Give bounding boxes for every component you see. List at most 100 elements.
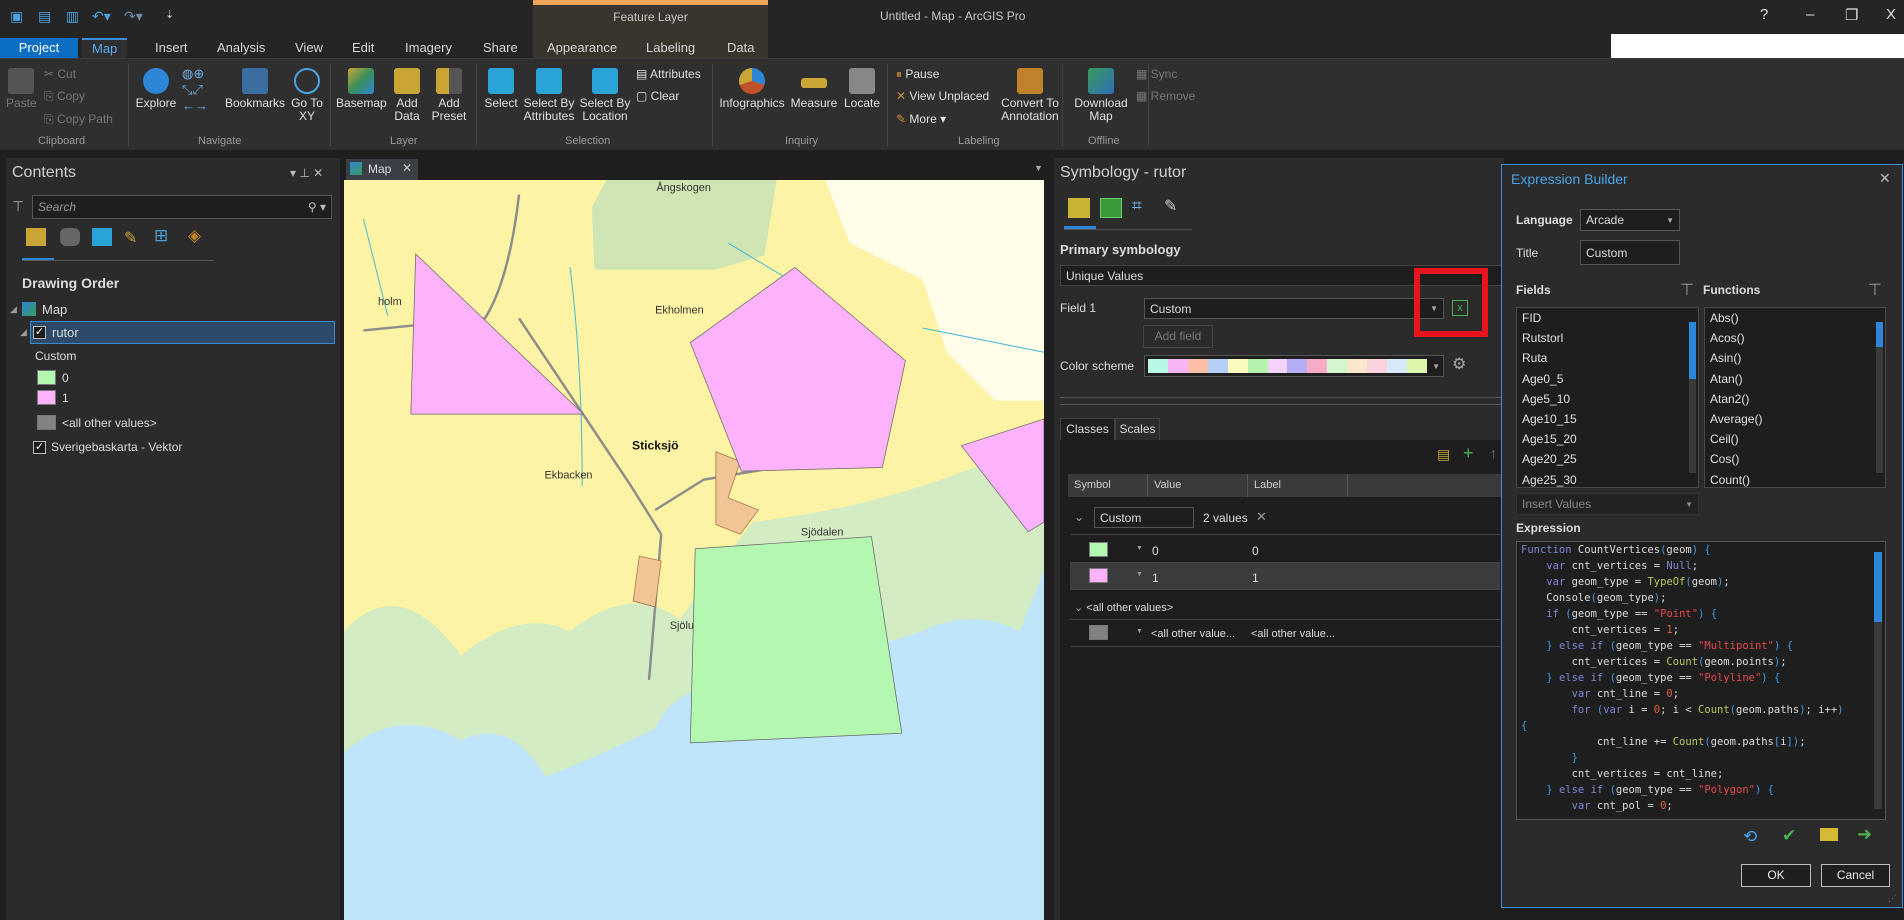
column-label[interactable]: Label bbox=[1248, 474, 1348, 497]
class-symbol-other[interactable] bbox=[1089, 625, 1108, 640]
help-button[interactable]: ? bbox=[1760, 6, 1768, 23]
copy-path-button[interactable]: ⎘ Copy Path bbox=[44, 112, 113, 127]
column-value[interactable]: Value bbox=[1148, 474, 1248, 497]
rutor-visibility-checkbox[interactable]: ✓ bbox=[33, 326, 46, 339]
code-line[interactable]: } bbox=[1517, 750, 1885, 766]
measure-button[interactable]: Measure bbox=[790, 68, 838, 110]
basemap-visibility-checkbox[interactable]: ✓ bbox=[33, 441, 46, 454]
add-data-button[interactable]: Add Data bbox=[388, 68, 426, 123]
advanced-symbology-tab-icon[interactable]: ✎ bbox=[1164, 196, 1177, 216]
code-line[interactable]: Function CountVertices(geom) { bbox=[1517, 542, 1885, 558]
cancel-button[interactable]: Cancel bbox=[1821, 864, 1890, 887]
explore-button[interactable]: Explore bbox=[134, 68, 178, 110]
field-item[interactable]: Age15_20 bbox=[1517, 429, 1698, 449]
tab-share[interactable]: Share bbox=[473, 38, 528, 58]
attributes-button[interactable]: ▤ Attributes bbox=[636, 67, 701, 81]
map-canvas[interactable]: Ångskogen holm Ekholmen Sticksjö Ekbacke… bbox=[344, 180, 1044, 920]
bookmarks-button[interactable]: Bookmarks bbox=[224, 68, 286, 110]
close-button[interactable]: X bbox=[1886, 6, 1896, 23]
class-value[interactable]: 0 bbox=[1152, 544, 1159, 558]
select-button[interactable]: Select bbox=[482, 68, 520, 110]
clear-expression-icon[interactable]: ⟲ bbox=[1743, 827, 1757, 847]
list-by-selection-icon[interactable] bbox=[92, 228, 112, 246]
insert-values-dropdown[interactable]: Insert Values ▼ bbox=[1516, 493, 1699, 515]
copy-button[interactable]: ⎘ Copy bbox=[44, 89, 85, 104]
minimize-button[interactable]: – bbox=[1806, 6, 1814, 23]
tab-data[interactable]: Data bbox=[717, 38, 764, 58]
field1-dropdown[interactable]: Custom ▼ bbox=[1144, 298, 1444, 319]
ok-button[interactable]: OK bbox=[1741, 864, 1811, 887]
tab-classes[interactable]: Classes bbox=[1060, 418, 1115, 440]
primary-symbology-tab-icon[interactable] bbox=[1068, 198, 1090, 218]
list-by-snapping-icon[interactable]: ⊞ bbox=[154, 226, 168, 246]
filter-icon[interactable]: ⊤ bbox=[12, 198, 24, 215]
save-expression-icon[interactable]: ➜ bbox=[1857, 824, 1872, 845]
column-symbol[interactable]: Symbol bbox=[1068, 474, 1148, 497]
add-field-button[interactable]: Add field bbox=[1143, 325, 1213, 348]
list-by-source-icon[interactable] bbox=[60, 228, 80, 246]
function-item[interactable]: Atan() bbox=[1705, 369, 1885, 389]
convert-to-annotation-button[interactable]: Convert To Annotation bbox=[998, 68, 1062, 123]
undo-icon[interactable]: ↶▾ bbox=[92, 8, 111, 25]
symbol-dropdown-icon[interactable]: ▼ bbox=[1136, 628, 1143, 635]
code-line[interactable]: } else if (geom_type == "Multipoint") { bbox=[1517, 638, 1885, 654]
verify-expression-icon[interactable]: ✔ bbox=[1782, 826, 1796, 846]
fields-scrollbar[interactable] bbox=[1689, 322, 1696, 473]
save-project-icon[interactable]: ▥ bbox=[66, 8, 79, 25]
legend-swatch-1[interactable] bbox=[37, 390, 56, 405]
class-value[interactable]: 1 bbox=[1152, 571, 1159, 585]
symbol-dropdown-icon[interactable]: ▼ bbox=[1136, 545, 1143, 552]
redo-icon[interactable]: ↷▾ bbox=[124, 8, 143, 25]
symbol-dropdown-icon[interactable]: ▼ bbox=[1136, 571, 1143, 578]
add-preset-button[interactable]: Add Preset bbox=[428, 68, 470, 123]
list-by-editing-icon[interactable]: ✎ bbox=[124, 228, 137, 248]
fields-filter-icon[interactable]: ⊤ bbox=[1680, 280, 1694, 300]
customize-quick-access-icon[interactable]: ⇣ bbox=[165, 8, 174, 21]
move-up-icon[interactable]: ↑ bbox=[1490, 445, 1497, 461]
function-item[interactable]: Atan2() bbox=[1705, 389, 1885, 409]
tab-list-dropdown-icon[interactable]: ▼ bbox=[1034, 163, 1043, 173]
collapse-group-icon[interactable]: ⌄ bbox=[1074, 510, 1084, 524]
expand-map-icon[interactable]: ◢ bbox=[10, 304, 17, 315]
tab-imagery[interactable]: Imagery bbox=[395, 38, 462, 58]
language-dropdown[interactable]: Arcade ▼ bbox=[1580, 209, 1680, 231]
select-by-attributes-button[interactable]: Select By Attributes bbox=[522, 68, 576, 123]
field-item[interactable]: Age25_30 bbox=[1517, 470, 1698, 490]
select-by-location-button[interactable]: Select By Location bbox=[578, 68, 632, 123]
tab-map[interactable]: Map bbox=[82, 38, 128, 58]
resize-grip-icon[interactable]: ⋰ bbox=[1888, 893, 1897, 904]
tab-scales[interactable]: Scales bbox=[1115, 418, 1160, 440]
functions-filter-icon[interactable]: ⊤ bbox=[1868, 280, 1882, 300]
field-item[interactable]: Age0_5 bbox=[1517, 369, 1698, 389]
list-by-drawing-order-icon[interactable] bbox=[26, 228, 46, 246]
code-line[interactable]: var cnt_line = 0; bbox=[1517, 686, 1885, 702]
more-labeling-button[interactable]: ✎ More ▾ bbox=[896, 112, 946, 126]
code-line[interactable]: var cnt_pol = 0; bbox=[1517, 798, 1885, 814]
code-line[interactable]: cnt_vertices = cnt_line; bbox=[1517, 766, 1885, 782]
field-item[interactable]: FID bbox=[1517, 308, 1698, 328]
tab-appearance[interactable]: Appearance bbox=[537, 38, 627, 58]
code-line[interactable]: cnt_line += Count(geom.paths[i]); bbox=[1517, 734, 1885, 750]
function-item[interactable]: Ceil() bbox=[1705, 429, 1885, 449]
tab-analysis[interactable]: Analysis bbox=[207, 38, 275, 58]
legend-swatch-0[interactable] bbox=[37, 370, 56, 385]
go-to-xy-button[interactable]: Go To XY bbox=[290, 68, 324, 123]
color-scheme-options-icon[interactable]: ⚙ bbox=[1452, 354, 1466, 374]
function-item[interactable]: Count() bbox=[1705, 470, 1885, 490]
close-map-tab-icon[interactable]: ✕ bbox=[402, 161, 412, 175]
tab-edit[interactable]: Edit bbox=[342, 38, 384, 58]
paste-button[interactable]: Paste bbox=[6, 68, 37, 110]
contents-search-input[interactable]: Search ⚲ ▾ bbox=[32, 195, 332, 219]
field-item[interactable]: Rutstorl bbox=[1517, 328, 1698, 348]
functions-scrollbar[interactable] bbox=[1876, 322, 1883, 473]
color-scheme-dropdown[interactable]: ▼ bbox=[1144, 355, 1444, 377]
function-item[interactable]: Average() bbox=[1705, 409, 1885, 429]
download-map-button[interactable]: Download Map bbox=[1072, 68, 1130, 123]
field-item[interactable]: Age5_10 bbox=[1517, 389, 1698, 409]
class-symbol-1[interactable] bbox=[1089, 568, 1108, 583]
code-line[interactable]: var geom_type = TypeOf(geom); bbox=[1517, 574, 1885, 590]
sync-button[interactable]: ▦ Sync bbox=[1136, 67, 1177, 81]
legend-swatch-other[interactable] bbox=[37, 415, 56, 430]
remove-button[interactable]: ▦ Remove bbox=[1136, 89, 1195, 103]
tab-project[interactable]: Project bbox=[0, 38, 78, 58]
